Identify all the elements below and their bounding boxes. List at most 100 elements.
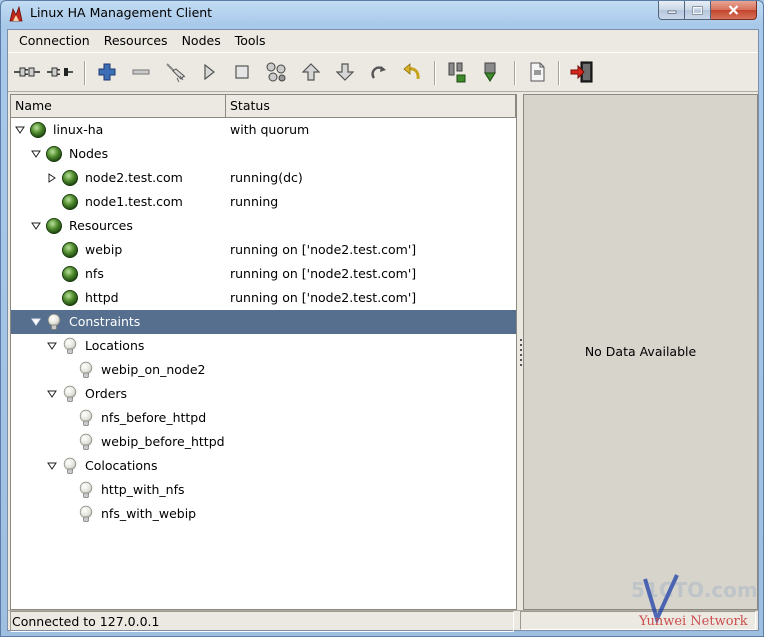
view-log-button[interactable]: [523, 59, 551, 85]
tree-row-colocations[interactable]: Colocations: [11, 454, 516, 478]
disconnect-icon: [47, 67, 73, 77]
active-button[interactable]: [477, 59, 505, 85]
tree-row-node2-test-com[interactable]: node2.test.com running(dc): [11, 166, 516, 190]
column-header-status[interactable]: Status: [226, 95, 516, 118]
remove-icon: [132, 69, 150, 75]
maximize-button[interactable]: [685, 1, 711, 20]
tree-row-label: Orders: [85, 386, 128, 401]
tree-row-label: nfs: [85, 266, 104, 281]
exit-icon: [570, 61, 593, 83]
exit-button[interactable]: [568, 59, 596, 85]
watermark-line2: Yunwei Network: [638, 614, 748, 629]
connect-button[interactable]: [13, 59, 41, 85]
undo-button[interactable]: [398, 59, 426, 85]
default-icon: [266, 62, 286, 82]
stop-icon: [235, 65, 249, 79]
minimize-button[interactable]: [658, 1, 685, 20]
toolbar-separator: [514, 61, 516, 85]
add-icon: [98, 63, 116, 81]
disconnect-button[interactable]: [46, 59, 74, 85]
close-icon: [728, 5, 739, 15]
expand-arrow-down-icon[interactable]: [31, 317, 41, 327]
undo-icon: [403, 63, 420, 80]
client-area: Connection Resources Nodes Tools Name St…: [7, 29, 759, 632]
toolbar-separator: [434, 61, 436, 85]
tree-row-status: running: [230, 194, 279, 209]
tree-row-label: linux-ha: [53, 122, 104, 137]
window-controls: [658, 1, 757, 20]
expand-arrow-down-icon[interactable]: [31, 149, 41, 159]
tree-row-label: nfs_before_httpd: [101, 410, 207, 425]
start-icon: [204, 63, 215, 81]
default-button[interactable]: [262, 59, 290, 85]
lightbulb-icon: [63, 385, 77, 402]
lightbulb-icon: [79, 433, 93, 450]
tree-row-webip[interactable]: webip running on ['node2.test.com']: [11, 238, 516, 262]
green-orb-icon: [62, 266, 78, 282]
expand-arrow-down-icon[interactable]: [47, 389, 57, 399]
menu-connection[interactable]: Connection: [12, 30, 97, 52]
title-bar[interactable]: Linux HA Management Client: [1, 1, 763, 27]
toolbar-separator: [84, 61, 86, 85]
tree-row-label: Locations: [85, 338, 145, 353]
move-up-icon: [302, 63, 320, 81]
menu-tools[interactable]: Tools: [228, 30, 273, 52]
view-log-icon: [530, 62, 545, 82]
tree-row-nfs[interactable]: nfs running on ['node2.test.com']: [11, 262, 516, 286]
stop-button[interactable]: [228, 59, 256, 85]
move-down-button[interactable]: [331, 59, 359, 85]
tree-row-webip-before-httpd[interactable]: webip_before_httpd: [11, 430, 516, 454]
tree-row-label: Colocations: [85, 458, 158, 473]
green-orb-icon: [30, 122, 46, 138]
tree-row-status: running on ['node2.test.com']: [230, 266, 417, 281]
expand-arrow-down-icon[interactable]: [31, 221, 41, 231]
no-data-message: No Data Available: [584, 344, 697, 359]
tree-row-resources[interactable]: Resources: [11, 214, 516, 238]
tree-row-locations[interactable]: Locations: [11, 334, 516, 358]
tree-row-status: running on ['node2.test.com']: [230, 290, 417, 305]
tree-row-webip-on-node2[interactable]: webip_on_node2: [11, 358, 516, 382]
cleanup-button[interactable]: [161, 59, 189, 85]
refresh-button[interactable]: [365, 59, 393, 85]
menu-resources[interactable]: Resources: [97, 30, 175, 52]
tree-row-nodes[interactable]: Nodes: [11, 142, 516, 166]
tree-row-label: webip_on_node2: [101, 362, 206, 377]
green-orb-icon: [62, 194, 78, 210]
add-button[interactable]: [93, 59, 121, 85]
column-header-name[interactable]: Name: [11, 95, 226, 118]
tree-row-nfs-before-httpd[interactable]: nfs_before_httpd: [11, 406, 516, 430]
green-orb-icon: [46, 218, 62, 234]
lightbulb-icon: [79, 409, 93, 426]
linux-ha-icon: [9, 6, 23, 22]
standby-button[interactable]: [443, 59, 471, 85]
close-button[interactable]: [711, 1, 757, 20]
tree-row-status: running(dc): [230, 170, 303, 185]
connect-icon: [14, 67, 40, 77]
tree-row-node1-test-com[interactable]: node1.test.com running: [11, 190, 516, 214]
tree-row-nfs-with-webip[interactable]: nfs_with_webip: [11, 502, 516, 526]
cluster-tree[interactable]: Name Status linux-ha with quorum Nodes node…: [10, 94, 517, 610]
tree-row-orders[interactable]: Orders: [11, 382, 516, 406]
remove-button[interactable]: [127, 59, 155, 85]
tree-row-linux-ha[interactable]: linux-ha with quorum: [11, 118, 516, 142]
minimize-icon: [667, 10, 676, 14]
green-orb-icon: [62, 290, 78, 306]
move-up-button[interactable]: [297, 59, 325, 85]
lightbulb-icon: [63, 457, 77, 474]
expand-arrow-down-icon[interactable]: [47, 341, 57, 351]
green-orb-icon: [46, 146, 62, 162]
lightbulb-icon: [79, 361, 93, 378]
tree-row-httpd[interactable]: httpd running on ['node2.test.com']: [11, 286, 516, 310]
watermark-logo: 51CTO.com Yunwei Network: [631, 574, 758, 629]
start-button[interactable]: [195, 59, 223, 85]
expand-arrow-down-icon[interactable]: [47, 461, 57, 471]
window-title: Linux HA Management Client: [30, 5, 213, 20]
tree-row-label: webip: [85, 242, 123, 257]
menu-nodes[interactable]: Nodes: [175, 30, 228, 52]
tree-row-constraints[interactable]: Constraints: [11, 310, 516, 334]
tree-row-http-with-nfs[interactable]: http_with_nfs: [11, 478, 516, 502]
expand-arrow-down-icon[interactable]: [15, 125, 25, 135]
lightbulb-icon: [79, 505, 93, 522]
expand-arrow-right-icon[interactable]: [47, 173, 57, 183]
tree-row-label: Resources: [69, 218, 133, 233]
